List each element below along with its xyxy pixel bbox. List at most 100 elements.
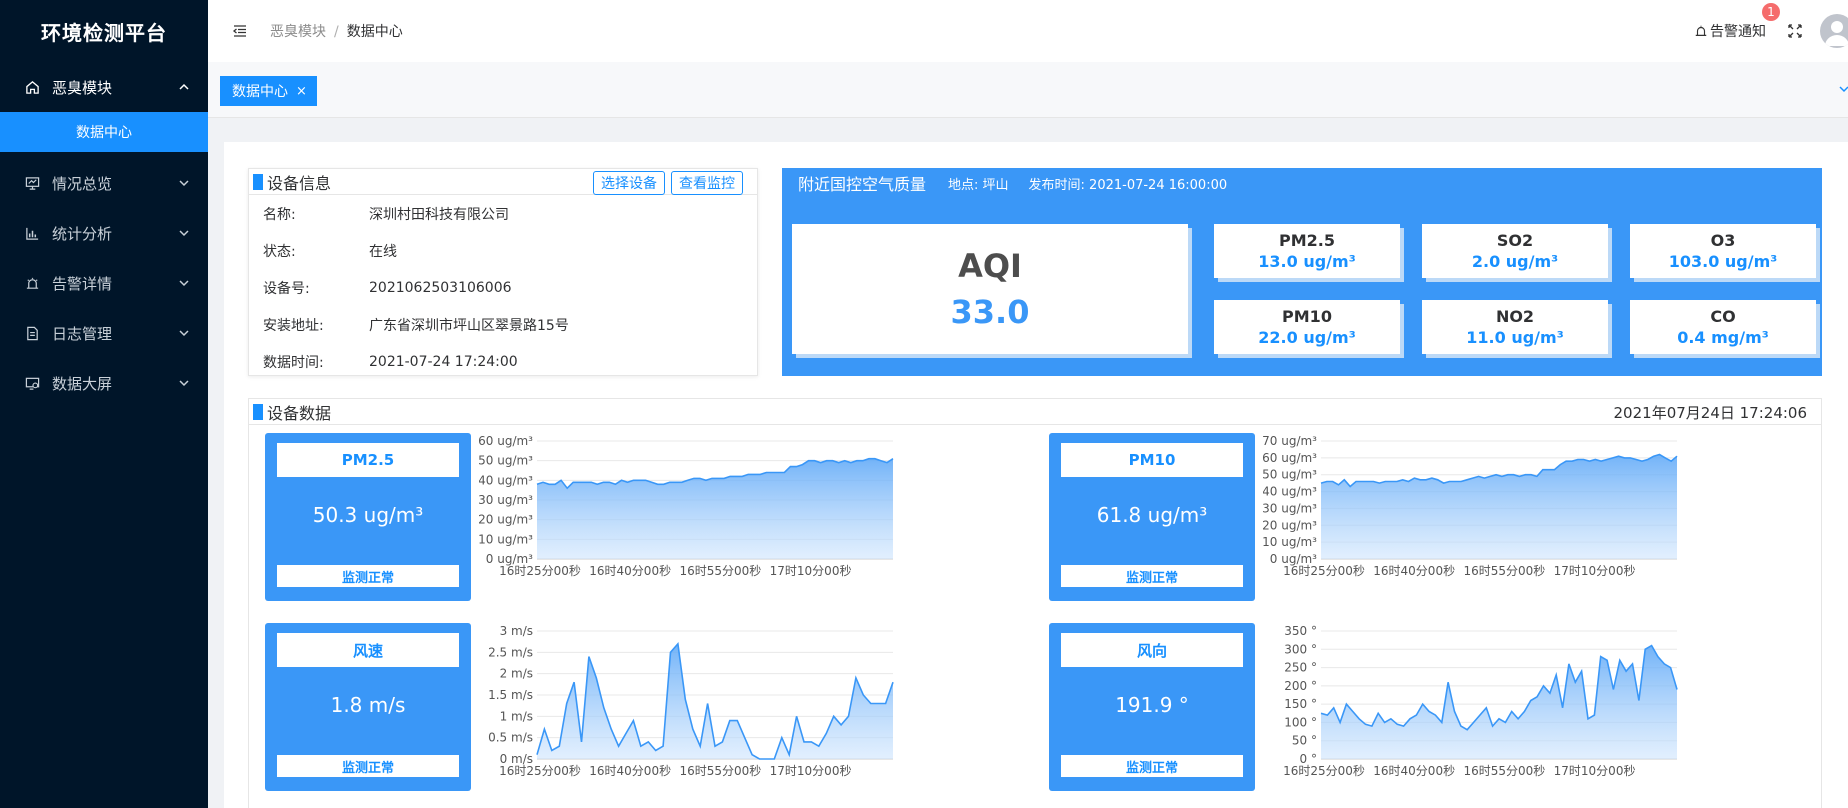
metric-card-wind-speed: 风速 1.8 m/s 监测正常 xyxy=(265,623,471,791)
pollutant-card-so2: SO2 2.0 ug/m³ xyxy=(1422,224,1608,278)
chart-wind-direction: 0 °50 °100 °150 °200 °250 °300 °350 °16时… xyxy=(1283,624,1678,778)
pollutant-card-no2: NO2 11.0 ug/m³ xyxy=(1422,300,1608,354)
y-tick-label: 30 ug/m³ xyxy=(479,493,533,507)
y-tick-label: 50 ug/m³ xyxy=(479,454,533,468)
avatar[interactable] xyxy=(1820,14,1848,48)
chevron-down-icon xyxy=(178,177,190,189)
air-quality-title: 附近国控空气质量 xyxy=(798,175,927,194)
metric-value: 61.8 ug/m³ xyxy=(1096,503,1208,527)
y-tick-label: 60 ug/m³ xyxy=(1263,451,1317,465)
metric-status: 监测正常 xyxy=(1061,755,1243,777)
bar-chart-icon xyxy=(24,225,40,241)
metric-name: PM10 xyxy=(1061,443,1243,477)
info-value: 深圳村田科技有限公司 xyxy=(369,206,509,223)
x-tick-label: 16时55分00秒 xyxy=(679,764,761,778)
info-value: 2021062503106006 xyxy=(369,279,512,296)
main-content: 设备信息 选择设备 查看监控 名称: 深圳村田科技有限公司 状态: 在线 设备号: 2… xyxy=(224,142,1848,808)
info-key: 设备号: xyxy=(263,280,310,297)
info-value: 在线 xyxy=(369,243,397,260)
y-tick-label: 2 m/s xyxy=(500,667,533,681)
metric-value: 191.9 ° xyxy=(1115,693,1189,717)
pollutant-name: PM10 xyxy=(1282,307,1332,326)
y-tick-label: 10 ug/m³ xyxy=(479,532,533,546)
y-tick-label: 70 ug/m³ xyxy=(1263,434,1317,448)
fullscreen-icon[interactable] xyxy=(1788,24,1802,38)
breadcrumb-item-odor[interactable]: 恶臭模块 xyxy=(270,24,326,40)
y-tick-label: 1.5 m/s xyxy=(488,688,533,702)
metric-card-wind-direction: 风向 191.9 ° 监测正常 xyxy=(1049,623,1255,791)
alarm-notification[interactable]: 告警通知 1 xyxy=(1694,3,1780,41)
device-info-list: 名称: 深圳村田科技有限公司 状态: 在线 设备号: 2021062503106006… xyxy=(249,195,757,380)
pollutant-card-co: CO 0.4 mg/m³ xyxy=(1630,300,1816,354)
chevron-down-icon xyxy=(178,227,190,239)
title-marker xyxy=(253,403,263,420)
info-row-status: 状态: 在线 xyxy=(249,232,757,269)
info-row-device-id: 设备号: 2021062503106006 xyxy=(249,269,757,306)
tab-data-center[interactable]: 数据中心 × xyxy=(220,76,317,106)
x-tick-label: 16时40分00秒 xyxy=(589,564,671,578)
aqi-value: 33.0 xyxy=(950,293,1030,331)
aqi-label: AQI xyxy=(958,247,1022,285)
info-value: 广东省深圳市坪山区翠景路15号 xyxy=(369,317,569,334)
info-value: 2021-07-24 17:24:00 xyxy=(369,353,518,370)
menu-item-odor[interactable]: 恶臭模块 xyxy=(0,62,208,112)
metric-card-pm25: PM2.5 50.3 ug/m³ 监测正常 xyxy=(265,433,471,601)
pollutant-card-pm10: PM10 22.0 ug/m³ xyxy=(1214,300,1400,354)
y-tick-label: 20 ug/m³ xyxy=(479,513,533,527)
menu-fold-icon[interactable] xyxy=(232,23,248,39)
chevron-down-icon xyxy=(178,327,190,339)
x-tick-label: 16时55分00秒 xyxy=(679,564,761,578)
info-row-name: 名称: 深圳村田科技有限公司 xyxy=(249,195,757,232)
metric-status: 监测正常 xyxy=(277,565,459,587)
home-icon xyxy=(24,79,40,95)
x-tick-label: 17时10分00秒 xyxy=(1554,764,1636,778)
metric-value: 1.8 m/s xyxy=(330,693,406,717)
x-tick-label: 16时25分00秒 xyxy=(499,564,581,578)
menu-item-big-screen[interactable]: 数据大屏 xyxy=(0,358,208,408)
series-area xyxy=(1321,454,1677,559)
x-tick-label: 16时40分00秒 xyxy=(1373,764,1455,778)
x-tick-label: 17时10分00秒 xyxy=(1554,564,1636,578)
pollutant-name: SO2 xyxy=(1496,231,1534,250)
breadcrumb-separator: / xyxy=(334,24,339,40)
metric-name: 风速 xyxy=(277,633,459,667)
tab-label: 数据中心 xyxy=(232,84,288,100)
y-tick-label: 60 ug/m³ xyxy=(479,434,533,448)
y-tick-label: 250 ° xyxy=(1284,661,1317,675)
alarm-badge: 1 xyxy=(1762,3,1780,21)
x-tick-label: 17时10分00秒 xyxy=(770,764,852,778)
metric-name: PM2.5 xyxy=(277,443,459,477)
pollutant-value: 2.0 ug/m³ xyxy=(1471,252,1559,271)
select-device-button[interactable]: 选择设备 xyxy=(593,171,665,195)
title-marker xyxy=(253,173,263,190)
pollutant-name: PM2.5 xyxy=(1279,231,1335,250)
alarm-icon xyxy=(24,275,40,291)
device-data-card: 设备数据 2021年07月24日 17:24:06 PM2.5 50.3 ug/… xyxy=(248,398,1822,808)
x-tick-label: 16时25分00秒 xyxy=(499,764,581,778)
menu-item-statistics[interactable]: 统计分析 xyxy=(0,208,208,258)
menu-item-alarm[interactable]: 告警详情 xyxy=(0,258,208,308)
x-tick-label: 16时25分00秒 xyxy=(1283,764,1365,778)
x-tick-label: 16时40分00秒 xyxy=(589,764,671,778)
chevron-down-icon[interactable] xyxy=(1838,84,1848,96)
metric-value: 50.3 ug/m³ xyxy=(312,503,424,527)
device-data-title-text: 设备数据 xyxy=(267,403,332,423)
metric-status: 监测正常 xyxy=(277,755,459,777)
top-header: 恶臭模块 / 数据中心 告警通知 1 xyxy=(208,0,1848,62)
menu-item-overview[interactable]: 情况总览 xyxy=(0,158,208,208)
chevron-down-icon xyxy=(178,377,190,389)
info-key: 状态: xyxy=(263,243,296,260)
chevron-up-icon xyxy=(178,81,190,93)
close-icon[interactable]: × xyxy=(296,84,307,99)
submenu-item-data-center[interactable]: 数据中心 xyxy=(0,112,208,152)
sidebar: 环境检测平台 恶臭模块 数据中心 情况总览 统计分析 告警详情 日志管理 数据大… xyxy=(0,0,208,808)
y-tick-label: 150 ° xyxy=(1284,697,1317,711)
metric-card-pm10: PM10 61.8 ug/m³ 监测正常 xyxy=(1049,433,1255,601)
breadcrumb-item-current: 数据中心 xyxy=(346,24,403,40)
air-quality-location: 地点: 坪山 xyxy=(948,177,1009,193)
x-tick-label: 16时55分00秒 xyxy=(1463,564,1545,578)
view-monitor-button[interactable]: 查看监控 xyxy=(671,171,743,195)
menu-item-logs[interactable]: 日志管理 xyxy=(0,308,208,358)
y-tick-label: 1 m/s xyxy=(500,709,533,723)
x-tick-label: 17时10分00秒 xyxy=(770,564,852,578)
